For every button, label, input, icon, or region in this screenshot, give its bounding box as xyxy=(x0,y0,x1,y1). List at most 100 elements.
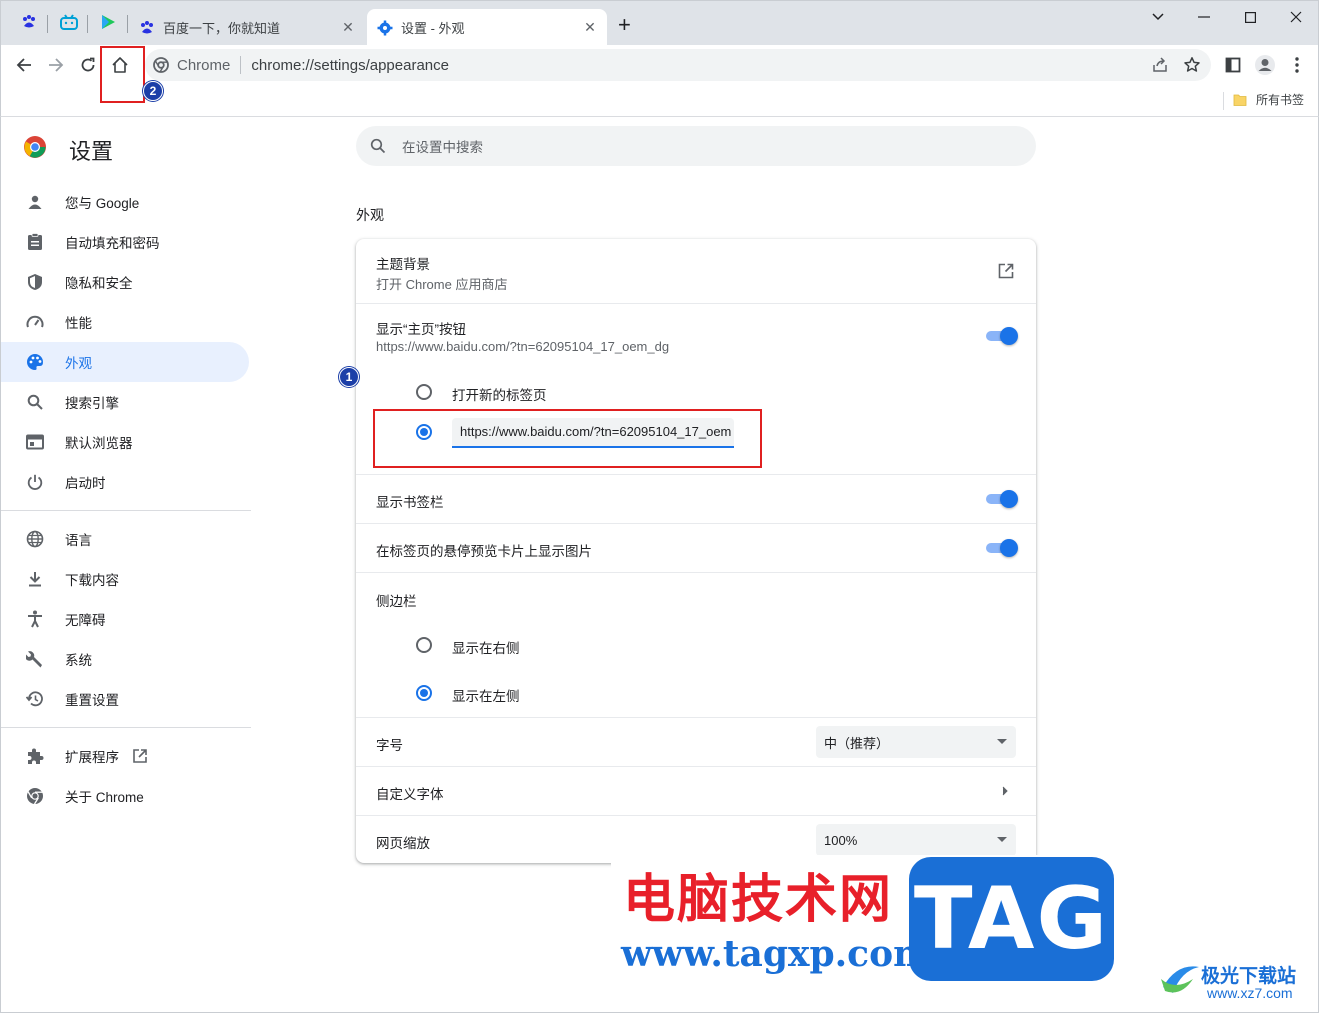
bookmark-star-icon[interactable] xyxy=(1183,56,1201,74)
browser-window-icon xyxy=(25,432,45,452)
home-button-label: 显示“主页”按钮 xyxy=(376,322,466,337)
settings-search-input[interactable]: 在设置中搜索 xyxy=(356,126,1036,166)
nav-accessibility[interactable]: 无障碍 xyxy=(1,599,249,639)
nav-label: 系统 xyxy=(65,653,92,668)
tab-settings-appearance[interactable]: 设置 - 外观 ✕ xyxy=(367,9,607,46)
nav-performance[interactable]: 性能 xyxy=(1,302,249,342)
page-zoom-value: 100% xyxy=(824,832,858,848)
nav-you-and-google[interactable]: 您与 Google xyxy=(1,182,249,222)
nav-reset-settings[interactable]: 重置设置 xyxy=(1,679,249,719)
tab-separator xyxy=(47,15,48,33)
nav-extensions[interactable]: 扩展程序 xyxy=(1,736,249,776)
pinned-tab-baidu[interactable] xyxy=(16,9,42,35)
row-divider xyxy=(356,717,1036,718)
nav-on-startup[interactable]: 启动时 xyxy=(1,462,249,502)
pinned-tab-video[interactable] xyxy=(95,9,121,35)
search-placeholder: 在设置中搜索 xyxy=(402,140,483,155)
nav-label: 扩展程序 xyxy=(65,750,119,765)
theme-sublabel: 打开 Chrome 应用商店 xyxy=(376,277,508,292)
side-panel-right-radio[interactable] xyxy=(416,637,432,653)
all-bookmarks-folder[interactable]: 所有书签 xyxy=(1233,91,1304,108)
watermark-site-name: 极光下载站 xyxy=(1201,966,1297,987)
font-size-select[interactable]: 中（推荐） xyxy=(816,726,1016,758)
font-size-value: 中（推荐） xyxy=(824,735,890,751)
nav-label: 启动时 xyxy=(65,476,106,491)
nav-search-engine[interactable]: 搜索引擎 xyxy=(1,382,249,422)
side-panel-icon xyxy=(1225,57,1241,73)
maximize-button[interactable] xyxy=(1227,3,1273,31)
url-text: chrome://settings/appearance xyxy=(251,56,449,74)
new-tab-button[interactable]: + xyxy=(618,14,638,36)
nav-label: 自动填充和密码 xyxy=(65,236,160,251)
palette-icon xyxy=(25,352,45,372)
folder-icon xyxy=(1233,94,1247,106)
shield-icon xyxy=(25,272,45,292)
nav-about-chrome[interactable]: 关于 Chrome xyxy=(1,776,249,816)
bookmarks-bar-toggle[interactable] xyxy=(984,489,1018,509)
nav-privacy-security[interactable]: 隐私和安全 xyxy=(1,262,249,302)
kebab-menu-icon xyxy=(1295,57,1299,73)
baidu-paw-icon xyxy=(141,20,153,33)
chevron-right-icon xyxy=(1002,786,1008,796)
nav-autofill-passwords[interactable]: 自动填充和密码 xyxy=(1,222,249,262)
omnibox-divider xyxy=(240,56,242,74)
history-icon xyxy=(25,689,45,709)
close-tab-icon[interactable]: ✕ xyxy=(581,19,599,37)
page-zoom-select[interactable]: 100% xyxy=(816,824,1016,856)
reload-button[interactable] xyxy=(73,50,103,80)
side-panel-left-radio[interactable] xyxy=(416,685,432,701)
tab-title: 百度一下，你就知道 xyxy=(163,21,281,36)
search-icon xyxy=(25,392,45,412)
nav-divider xyxy=(1,727,251,728)
nav-label: 下载内容 xyxy=(65,573,119,588)
tab-separator xyxy=(87,15,88,33)
wrench-icon xyxy=(25,649,45,669)
share-icon[interactable] xyxy=(1151,56,1169,74)
nav-label: 外观 xyxy=(65,356,92,371)
forward-button[interactable] xyxy=(41,50,71,80)
menu-button[interactable] xyxy=(1282,50,1312,80)
bilibili-icon xyxy=(60,14,78,30)
settings-gear-icon xyxy=(377,20,393,35)
reload-icon xyxy=(81,57,95,72)
pinned-tab-bilibili[interactable] xyxy=(56,9,82,35)
nav-label: 重置设置 xyxy=(65,693,119,708)
theme-row[interactable]: 主题背景 打开 Chrome 应用商店 xyxy=(356,239,1036,303)
nav-downloads[interactable]: 下载内容 xyxy=(1,559,249,599)
nav-system[interactable]: 系统 xyxy=(1,639,249,679)
dropdown-arrow-icon xyxy=(997,739,1007,744)
bookmarks-divider xyxy=(1223,92,1224,110)
accessibility-icon xyxy=(25,609,45,629)
site-chip-label: Chrome xyxy=(177,56,231,74)
puzzle-icon xyxy=(25,746,45,766)
jiguang-logo-icon xyxy=(1159,957,1201,999)
nav-label: 您与 Google xyxy=(65,196,140,211)
back-button[interactable] xyxy=(9,50,39,80)
power-icon xyxy=(25,472,45,492)
nav-label: 隐私和安全 xyxy=(65,276,133,291)
address-bar[interactable]: Chrome chrome://settings/appearance xyxy=(145,49,1211,81)
nav-appearance[interactable]: 外观 xyxy=(1,342,249,382)
profile-button[interactable] xyxy=(1250,50,1280,80)
font-size-label: 字号 xyxy=(376,738,403,753)
external-link-icon[interactable] xyxy=(998,263,1014,279)
page-zoom-label: 网页缩放 xyxy=(376,836,430,851)
home-button-toggle[interactable] xyxy=(984,326,1018,346)
nav-languages[interactable]: 语言 xyxy=(1,519,249,559)
side-panel-button[interactable] xyxy=(1218,50,1248,80)
side-panel-right-label: 显示在右侧 xyxy=(452,641,520,656)
tab-baidu[interactable]: 百度一下，你就知道 ✕ xyxy=(129,9,365,46)
watermark-url: www.tagxp.com xyxy=(621,933,932,975)
tab-search-chevron-icon[interactable] xyxy=(1135,3,1181,31)
hover-preview-toggle[interactable] xyxy=(984,538,1018,558)
minimize-button[interactable] xyxy=(1181,3,1227,31)
close-window-button[interactable] xyxy=(1273,3,1319,31)
close-tab-icon[interactable]: ✕ xyxy=(339,19,357,37)
nav-default-browser[interactable]: 默认浏览器 xyxy=(1,422,249,462)
home-new-tab-radio[interactable] xyxy=(416,384,432,400)
all-bookmarks-label: 所有书签 xyxy=(1256,93,1305,107)
tab-title: 设置 - 外观 xyxy=(401,21,465,36)
custom-fonts-row[interactable]: 自定义字体 xyxy=(356,767,1036,815)
person-icon xyxy=(25,192,45,212)
watermark-tag-logo: TAG xyxy=(909,857,1114,981)
